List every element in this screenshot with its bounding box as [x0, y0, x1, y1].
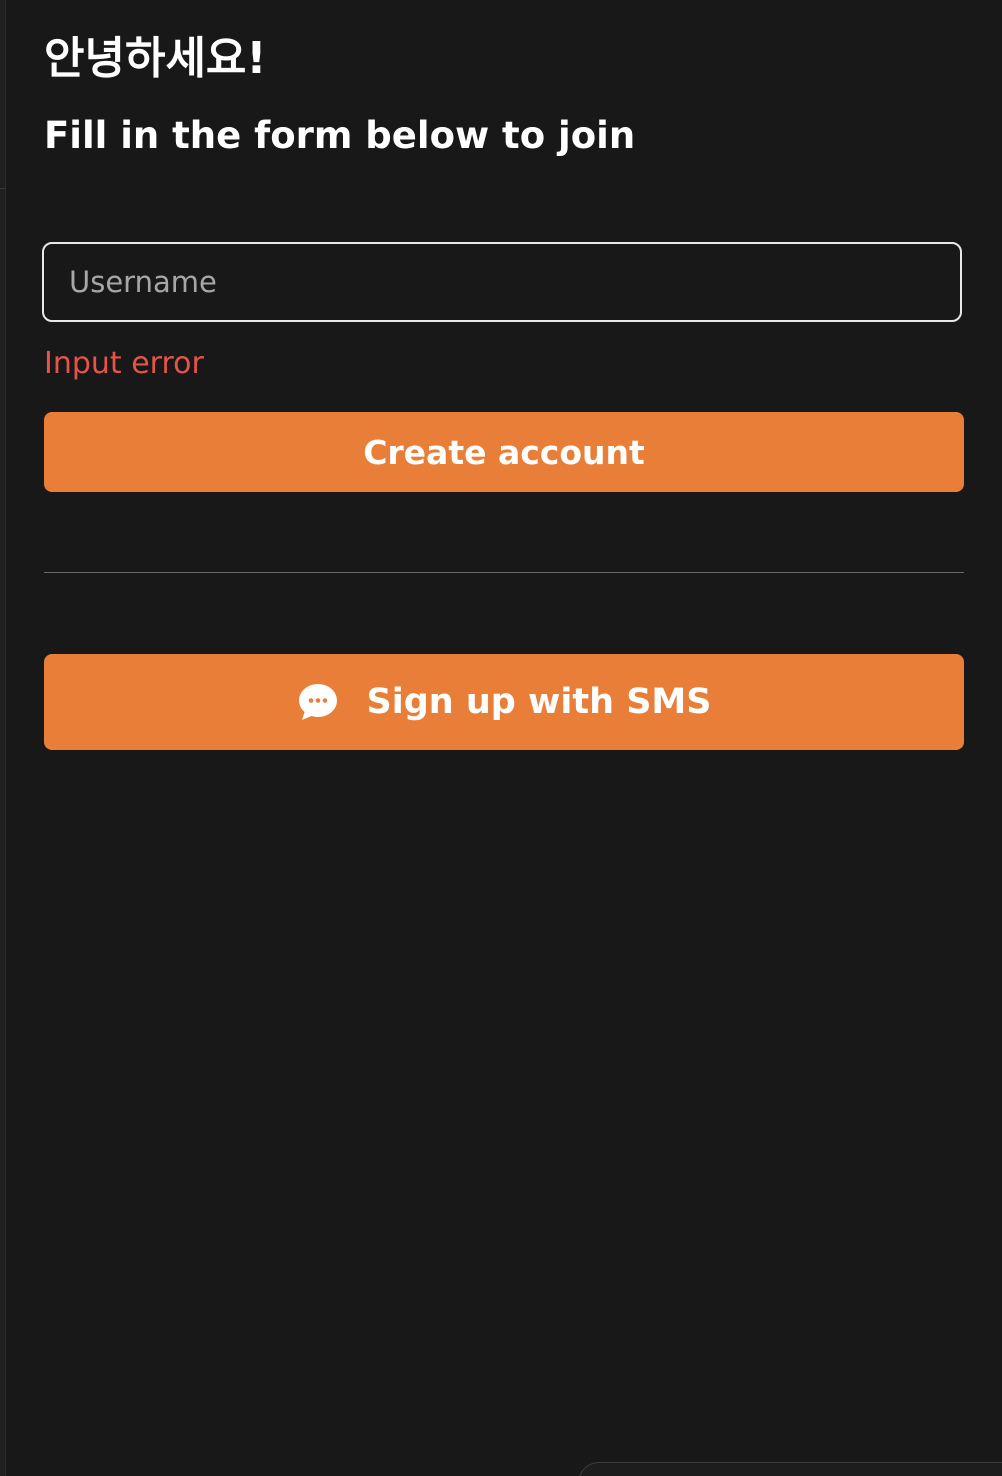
sign-up-sms-label: Sign up with SMS [366, 682, 712, 722]
section-divider [44, 572, 964, 573]
create-account-label: Create account [363, 432, 645, 472]
chat-bubble-icon [298, 684, 337, 720]
panel-edge [0, 0, 6, 1476]
create-account-button[interactable]: Create account [44, 412, 964, 492]
sign-up-sms-button[interactable]: Sign up with SMS [44, 654, 964, 750]
form-subtitle: Fill in the form below to join [44, 114, 636, 157]
panel-edge-divider [0, 188, 5, 189]
username-input[interactable] [42, 242, 962, 322]
floating-panel-edge [578, 1462, 1002, 1476]
input-error-message: Input error [44, 346, 204, 381]
greeting-title: 안녕하세요! [44, 33, 267, 84]
